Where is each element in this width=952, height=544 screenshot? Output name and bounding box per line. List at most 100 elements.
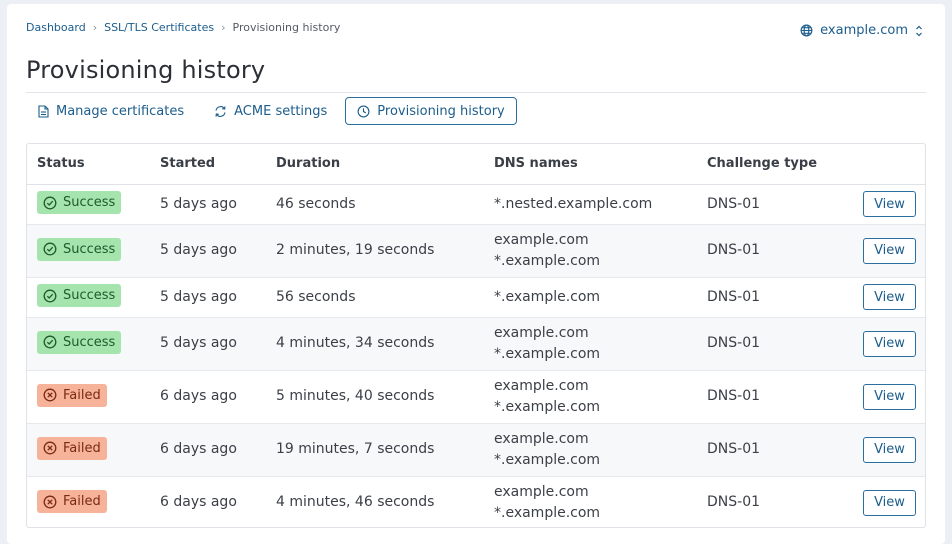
status-badge: Success: [37, 330, 122, 354]
page-title: Provisioning history: [26, 56, 266, 84]
status-badge: Success: [37, 237, 122, 261]
dns-name: example.com: [494, 324, 589, 341]
dns-names-cell: *.example.com: [484, 277, 697, 318]
started-cell: 5 days ago: [150, 224, 266, 278]
duration-cell: 4 minutes, 34 seconds: [266, 317, 484, 371]
duration-cell: 56 seconds: [266, 277, 484, 318]
action-cell: View: [837, 317, 925, 371]
status-label: Success: [63, 288, 116, 304]
column-header-started[interactable]: Started: [150, 144, 266, 185]
challenge-type-cell: DNS-01: [697, 224, 837, 278]
view-button[interactable]: View: [863, 330, 916, 357]
status-cell: Failed: [27, 476, 150, 527]
tab-bar: Manage certificates ACME settings Provis…: [26, 97, 517, 125]
status-label: Failed: [63, 440, 101, 456]
started-cell: 6 days ago: [150, 423, 266, 477]
challenge-type-cell: DNS-01: [697, 277, 837, 318]
table-row: Success 5 days ago 2 minutes, 19 seconds…: [27, 224, 925, 278]
main-card: Dashboard › SSL/TLS Certificates › Provi…: [7, 4, 945, 544]
view-button[interactable]: View: [863, 284, 916, 310]
status-badge: Success: [37, 191, 122, 215]
status-label: Success: [63, 195, 116, 211]
action-cell: View: [837, 184, 925, 225]
status-label: Failed: [63, 387, 101, 403]
view-button[interactable]: View: [863, 383, 916, 410]
status-badge: Failed: [37, 490, 107, 513]
dns-name: example.com: [494, 377, 589, 394]
table-row: Success 5 days ago 4 minutes, 34 seconds…: [27, 317, 925, 371]
breadcrumb: Dashboard › SSL/TLS Certificates › Provi…: [26, 21, 340, 34]
x-circle-icon: [43, 441, 57, 455]
tab-label: Provisioning history: [377, 103, 505, 119]
chevron-right-icon: ›: [92, 21, 98, 34]
chevron-up-down-icon: [916, 25, 922, 36]
globe-icon: [800, 24, 813, 37]
document-icon: [38, 104, 49, 118]
dns-name: *.example.com: [494, 451, 601, 468]
dns-name: *.example.com: [494, 504, 601, 521]
action-cell: View: [837, 277, 925, 318]
dns-name: example.com: [494, 231, 589, 248]
view-button[interactable]: View: [863, 436, 916, 463]
check-circle-icon: [43, 289, 57, 303]
breadcrumb-ssl-tls[interactable]: SSL/TLS Certificates: [104, 21, 214, 34]
view-button[interactable]: View: [863, 489, 916, 516]
dns-name: *.nested.example.com: [494, 195, 653, 212]
x-circle-icon: [43, 388, 57, 402]
column-header-duration[interactable]: Duration: [266, 144, 484, 185]
history-table: Status Started Duration DNS names Challe…: [26, 143, 926, 528]
status-badge: Failed: [37, 383, 107, 407]
tab-acme-settings[interactable]: ACME settings: [202, 97, 339, 125]
duration-cell: 5 minutes, 40 seconds: [266, 370, 484, 424]
table-row: Failed 6 days ago 5 minutes, 40 seconds …: [27, 370, 925, 424]
check-circle-icon: [43, 196, 57, 210]
started-cell: 5 days ago: [150, 317, 266, 371]
column-header-status[interactable]: Status: [27, 144, 150, 185]
challenge-type-cell: DNS-01: [697, 184, 837, 225]
x-circle-icon: [43, 495, 57, 508]
tab-manage-certificates[interactable]: Manage certificates: [26, 97, 196, 125]
started-cell: 5 days ago: [150, 277, 266, 318]
status-cell: Failed: [27, 423, 150, 477]
status-cell: Success: [27, 277, 150, 318]
started-cell: 6 days ago: [150, 370, 266, 424]
refresh-icon: [215, 105, 226, 117]
divider: [26, 92, 926, 93]
status-cell: Success: [27, 317, 150, 371]
table-row: Failed 6 days ago 19 minutes, 7 seconds …: [27, 423, 925, 477]
action-cell: View: [837, 370, 925, 424]
dns-names-cell: example.com *.example.com: [484, 476, 697, 527]
table-row: Success 5 days ago 56 seconds *.example.…: [27, 277, 925, 318]
tab-provisioning-history[interactable]: Provisioning history: [345, 97, 517, 125]
dns-name: *.example.com: [494, 252, 601, 269]
status-label: Failed: [63, 494, 101, 509]
challenge-type-cell: DNS-01: [707, 494, 761, 511]
duration-cell: 2 minutes, 19 seconds: [266, 224, 484, 278]
duration-cell: 46 seconds: [266, 184, 484, 225]
domain-selector-value: example.com: [820, 23, 908, 38]
duration-cell: 4 minutes, 46 seconds: [276, 494, 435, 511]
check-circle-icon: [43, 335, 57, 349]
action-cell: View: [837, 224, 925, 278]
challenge-type-cell: DNS-01: [697, 370, 837, 424]
clock-icon: [357, 105, 370, 117]
challenge-type-cell: DNS-01: [697, 317, 837, 371]
breadcrumb-dashboard[interactable]: Dashboard: [26, 21, 86, 34]
view-button[interactable]: View: [863, 237, 916, 264]
chevron-right-icon: ›: [221, 21, 226, 34]
check-circle-icon: [43, 242, 57, 256]
challenge-type-cell: DNS-01: [697, 423, 837, 477]
dns-names-cell: *.nested.example.com: [484, 184, 697, 225]
view-button[interactable]: View: [863, 191, 916, 217]
column-header-challenge-type[interactable]: Challenge type: [697, 144, 837, 185]
status-cell: Failed: [27, 370, 150, 424]
action-cell: View: [837, 476, 925, 527]
status-cell: Success: [27, 184, 150, 225]
domain-selector[interactable]: example.com: [800, 23, 923, 38]
column-header-actions: [837, 144, 925, 185]
tab-label: ACME settings: [234, 103, 328, 119]
table-row: Failed 6 days ago 4 minutes, 46 seconds …: [27, 476, 925, 527]
column-header-dns-names[interactable]: DNS names: [484, 144, 697, 185]
dns-names-cell: example.com *.example.com: [484, 224, 697, 278]
started-cell: 5 days ago: [150, 184, 266, 225]
